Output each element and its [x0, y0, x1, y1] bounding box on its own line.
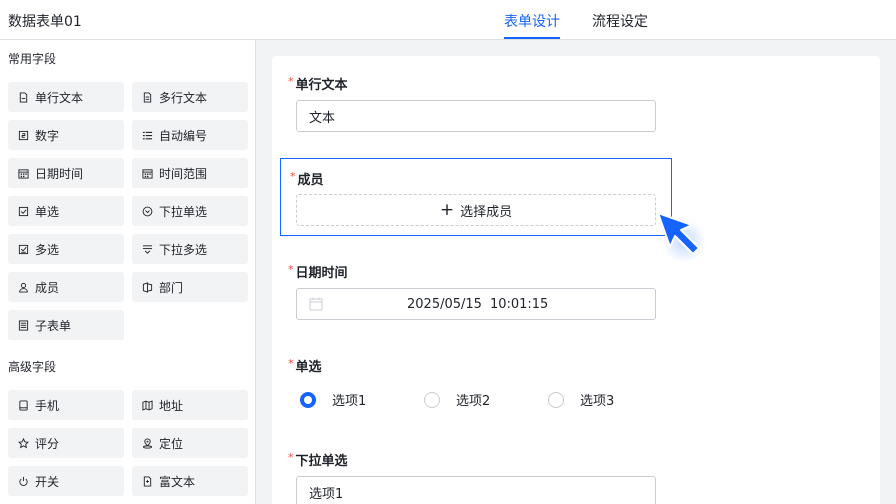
radio-option-3[interactable]: 选项3 — [548, 390, 614, 409]
datetime-label: * 日期时间 — [288, 263, 348, 281]
field-label: 评分 — [35, 436, 60, 451]
field-location[interactable]: 定位 — [132, 428, 248, 458]
field-label: 单选 — [35, 204, 60, 219]
field-multi-select[interactable]: 多选 — [8, 234, 124, 264]
time-range-icon — [142, 168, 153, 179]
time-value: 10:01:15 — [489, 296, 549, 312]
pointer-cursor-icon — [650, 205, 710, 265]
field-label: 多行文本 — [159, 90, 208, 105]
tab-process-settings[interactable]: 流程设定 — [592, 11, 648, 31]
department-icon — [142, 281, 153, 293]
dropdown-select[interactable]: 选项1 — [296, 476, 656, 504]
number-icon — [18, 130, 29, 141]
active-tab-indicator — [504, 37, 560, 39]
select-member-label: 选择成员 — [460, 204, 513, 220]
dropdown-label: * 下拉单选 — [288, 451, 348, 469]
required-mark: * — [288, 75, 294, 88]
field-label: 数字 — [35, 128, 60, 143]
required-mark: * — [290, 170, 296, 183]
required-mark: * — [288, 451, 294, 464]
single-line-text-icon — [18, 91, 29, 103]
calendar-icon — [309, 297, 323, 311]
field-label: 下拉单选 — [159, 204, 208, 219]
single-text-label: * 单行文本 — [288, 75, 348, 93]
field-multi-line-text[interactable]: 多行文本 — [132, 82, 248, 112]
radio-option-2[interactable]: 选项2 — [424, 390, 490, 409]
field-address[interactable]: 地址 — [132, 390, 248, 420]
sub-form-icon — [18, 319, 29, 331]
field-department[interactable]: 部门 — [132, 272, 248, 302]
member-label: * 成员 — [290, 170, 324, 188]
rich-text-icon — [142, 475, 153, 487]
field-label: 成员 — [35, 280, 60, 295]
single-text-input[interactable]: 文本 — [296, 100, 656, 132]
field-label: 下拉多选 — [159, 242, 208, 257]
dropdown-multi-icon — [142, 244, 153, 255]
field-rich-text[interactable]: 富文本 — [132, 466, 248, 496]
location-icon — [142, 438, 153, 449]
field-time-range[interactable]: 时间范围 — [132, 158, 248, 188]
field-label: 自动编号 — [159, 128, 208, 143]
form-canvas: * 单行文本 文本 * 成员 + 选择成员 * 日期时间 2025/05/15 10:… — [272, 56, 880, 504]
field-label: 地址 — [159, 398, 184, 413]
radio-unchecked-icon — [548, 391, 564, 408]
plus-icon: + — [439, 199, 455, 220]
auto-number-icon — [142, 130, 153, 141]
phone-icon — [18, 399, 29, 411]
field-label: 日期时间 — [35, 166, 84, 181]
member-field-selected[interactable]: * 成员 + 选择成员 — [280, 158, 672, 236]
field-label: 单行文本 — [35, 90, 84, 105]
radio-option-1[interactable]: 选项1 — [300, 390, 366, 409]
tab-form-design[interactable]: 表单设计 — [504, 11, 560, 31]
field-dropdown-multi[interactable]: 下拉多选 — [132, 234, 248, 264]
multi-select-icon — [18, 244, 29, 255]
date-value: 2025/05/15 — [407, 296, 482, 312]
field-label: 子表单 — [35, 318, 72, 333]
field-switch[interactable]: 开关 — [8, 466, 124, 496]
field-label: 时间范围 — [159, 166, 208, 181]
field-auto-number[interactable]: 自动编号 — [132, 120, 248, 150]
field-label: 手机 — [35, 398, 60, 413]
datetime-input[interactable]: 2025/05/15 10:01:15 — [296, 288, 656, 320]
advanced-fields-title: 高级字段 — [8, 360, 57, 374]
calendar-icon — [18, 168, 29, 179]
field-number[interactable]: 数字 — [8, 120, 124, 150]
map-icon — [142, 399, 153, 411]
select-member-button[interactable]: + 选择成员 — [296, 194, 656, 226]
field-label: 部门 — [159, 280, 184, 295]
required-mark: * — [288, 357, 294, 370]
field-dropdown-single[interactable]: 下拉单选 — [132, 196, 248, 226]
top-bar: 数据表单01 表单设计 流程设定 — [0, 0, 896, 40]
required-mark: * — [288, 263, 294, 276]
dropdown-single-icon — [142, 206, 153, 217]
form-title: 数据表单01 — [8, 14, 82, 30]
field-label: 多选 — [35, 242, 60, 257]
field-rating[interactable]: 评分 — [8, 428, 124, 458]
field-member[interactable]: 成员 — [8, 272, 124, 302]
field-palette: 常用字段 单行文本 多行文本 数字 自动编号 日期时间 时间范围 单选 下拉单选… — [0, 40, 256, 504]
radio-label: * 单选 — [288, 357, 322, 375]
common-fields-title: 常用字段 — [8, 52, 57, 66]
field-label: 开关 — [35, 474, 60, 489]
field-label: 富文本 — [159, 474, 196, 489]
user-icon — [18, 282, 29, 293]
star-icon — [18, 437, 29, 449]
field-sub-form[interactable]: 子表单 — [8, 310, 124, 340]
power-icon — [18, 476, 29, 487]
field-datetime[interactable]: 日期时间 — [8, 158, 124, 188]
checkbox-icon — [18, 206, 29, 217]
field-label: 定位 — [159, 436, 184, 451]
multi-line-text-icon — [142, 91, 153, 103]
radio-unchecked-icon — [424, 391, 440, 408]
field-single-select[interactable]: 单选 — [8, 196, 124, 226]
field-phone[interactable]: 手机 — [8, 390, 124, 420]
field-single-line-text[interactable]: 单行文本 — [8, 82, 124, 112]
radio-checked-icon — [300, 391, 316, 408]
